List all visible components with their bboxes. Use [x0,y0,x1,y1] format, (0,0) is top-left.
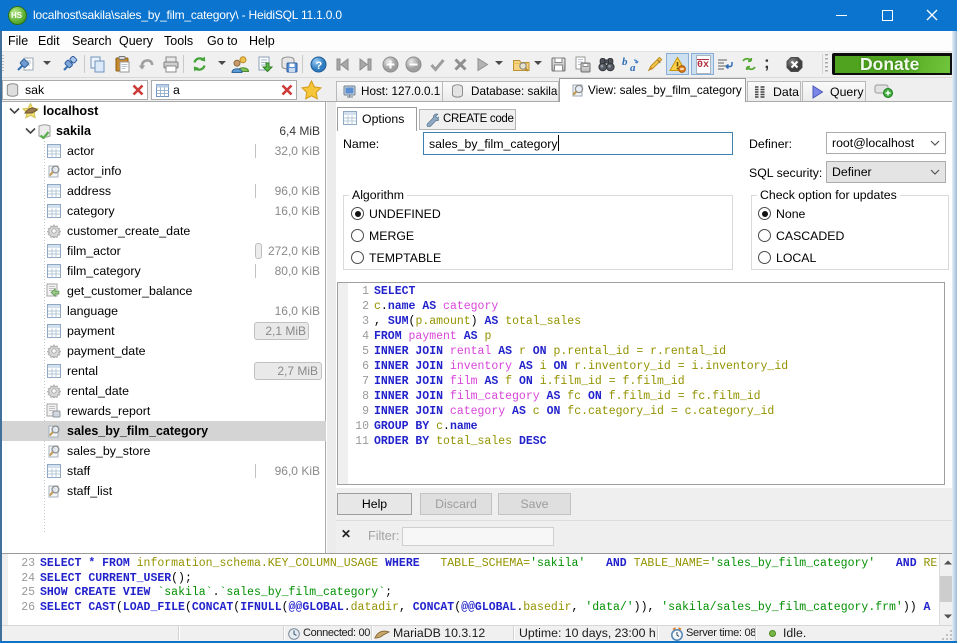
svg-text:a: a [630,62,636,73]
svg-text:b: b [622,56,628,68]
svg-text:?: ? [316,60,323,72]
